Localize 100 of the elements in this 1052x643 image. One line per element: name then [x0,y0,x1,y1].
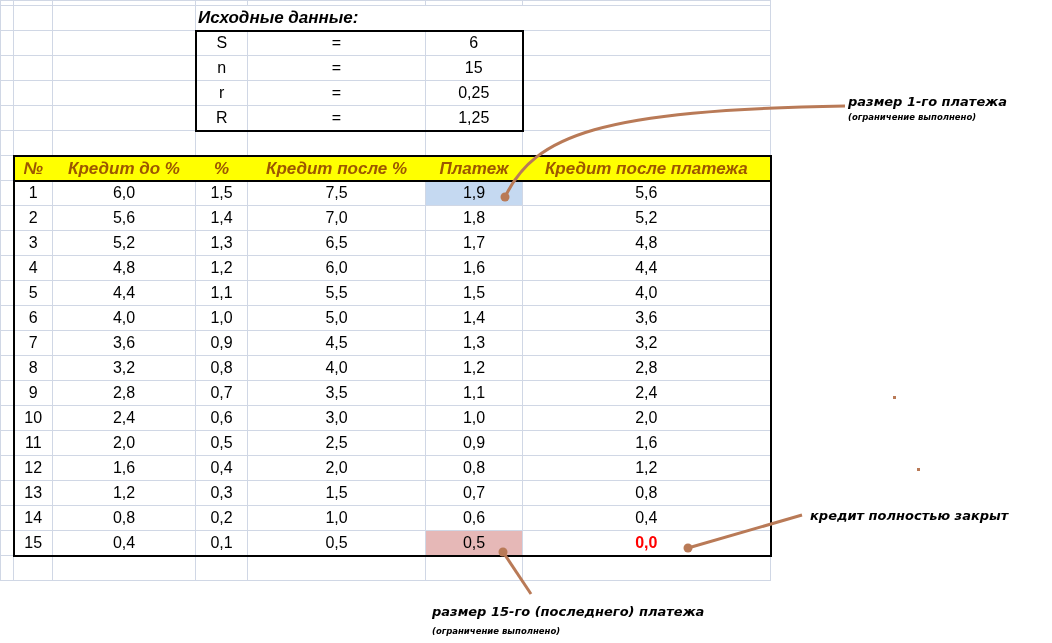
table-cell: 4,0 [52,305,196,331]
table-cell: 4,5 [247,330,426,356]
table-cell: 4,8 [52,255,196,281]
table-cell: 3,6 [522,305,771,331]
parameter-name: S [195,30,248,56]
table-cell: 12 [13,455,53,481]
table-cell: 1,7 [425,230,523,256]
table-cell: 0,9 [425,430,523,456]
table-cell: 15 [13,530,53,556]
table-cell: 0,8 [195,355,248,381]
column-header: Платеж [425,155,523,181]
table-cell: 0,0 [522,530,771,556]
equals-sign: = [247,30,426,56]
parameter-name: n [195,55,248,81]
table-cell: 7,0 [247,205,426,231]
annotation-title: размер 1-го платежа [848,93,1007,111]
table-cell: 0,6 [425,505,523,531]
table-cell: 1,5 [247,480,426,506]
table-cell: 2 [13,205,53,231]
table-cell: 1,1 [425,380,523,406]
table-cell: 9 [13,380,53,406]
table-cell: 2,0 [52,430,196,456]
table-cell: 8 [13,355,53,381]
table-cell: 0,3 [195,480,248,506]
parameter-value: 6 [425,30,523,56]
column-header: % [195,155,248,181]
table-cell: 1,0 [425,405,523,431]
table-cell: 1,6 [522,430,771,456]
column-header: Кредит после платежа [522,155,771,181]
table-cell: 1,6 [52,455,196,481]
table-cell: 3 [13,230,53,256]
table-cell: 5,6 [52,205,196,231]
table-cell: 0,9 [195,330,248,356]
table-cell: 5,2 [522,205,771,231]
table-cell: 2,0 [247,455,426,481]
table-cell: 13 [13,480,53,506]
table-cell: 1,2 [425,355,523,381]
table-cell: 0,4 [52,530,196,556]
table-cell: 4,4 [52,280,196,306]
table-cell: 0,5 [247,530,426,556]
table-cell: 2,0 [522,405,771,431]
table-cell: 0,5 [195,430,248,456]
table-cell: 1 [13,180,53,206]
table-cell: 1,3 [195,230,248,256]
parameter-value: 1,25 [425,105,523,131]
annotation-title: размер 15-го (последнего) платежа [432,603,705,621]
table-cell: 0,8 [425,455,523,481]
stray-mark [893,396,896,399]
parameter-name: R [195,105,248,131]
table-cell: 3,2 [52,355,196,381]
table-cell: 4,8 [522,230,771,256]
table-cell: 1,8 [425,205,523,231]
table-cell: 5,6 [522,180,771,206]
parameter-value: 0,25 [425,80,523,106]
table-cell: 4,0 [247,355,426,381]
table-cell: 0,1 [195,530,248,556]
table-cell: 4,4 [522,255,771,281]
table-cell: 0,8 [522,480,771,506]
table-cell: 6 [13,305,53,331]
table-cell: 0,7 [195,380,248,406]
table-cell: 3,5 [247,380,426,406]
table-cell: 0,6 [195,405,248,431]
table-cell: 5,5 [247,280,426,306]
table-cell: 14 [13,505,53,531]
table-cell: 7 [13,330,53,356]
column-header: № [13,155,53,181]
table-cell: 2,8 [522,355,771,381]
table-cell: 1,2 [52,480,196,506]
table-cell: 5 [13,280,53,306]
table-cell: 1,6 [425,255,523,281]
table-cell: 3,2 [522,330,771,356]
table-cell: 1,0 [247,505,426,531]
annotation-note: (ограничение выполнено) [848,111,977,124]
table-cell: 7,5 [247,180,426,206]
table-cell: 3,6 [52,330,196,356]
table-cell: 6,0 [247,255,426,281]
annotation-title: кредит полностью закрыт [810,507,1009,525]
table-cell: 1,2 [522,455,771,481]
table-cell: 0,2 [195,505,248,531]
column-header: Кредит после % [247,155,426,181]
table-cell: 3,0 [247,405,426,431]
table-cell: 4 [13,255,53,281]
column-header: Кредит до % [52,155,196,181]
table-cell: 11 [13,430,53,456]
parameter-value: 15 [425,55,523,81]
table-cell: 1,0 [195,305,248,331]
table-cell: 0,4 [195,455,248,481]
table-cell: 0,4 [522,505,771,531]
table-cell: 1,5 [425,280,523,306]
equals-sign: = [247,55,426,81]
table-cell: 5,0 [247,305,426,331]
table-cell: 1,1 [195,280,248,306]
equals-sign: = [247,105,426,131]
table-cell: 0,8 [52,505,196,531]
table-cell: 1,5 [195,180,248,206]
table-cell: 1,4 [195,205,248,231]
table-cell: 10 [13,405,53,431]
table-cell: 2,4 [52,405,196,431]
table-cell: 6,0 [52,180,196,206]
equals-sign: = [247,80,426,106]
